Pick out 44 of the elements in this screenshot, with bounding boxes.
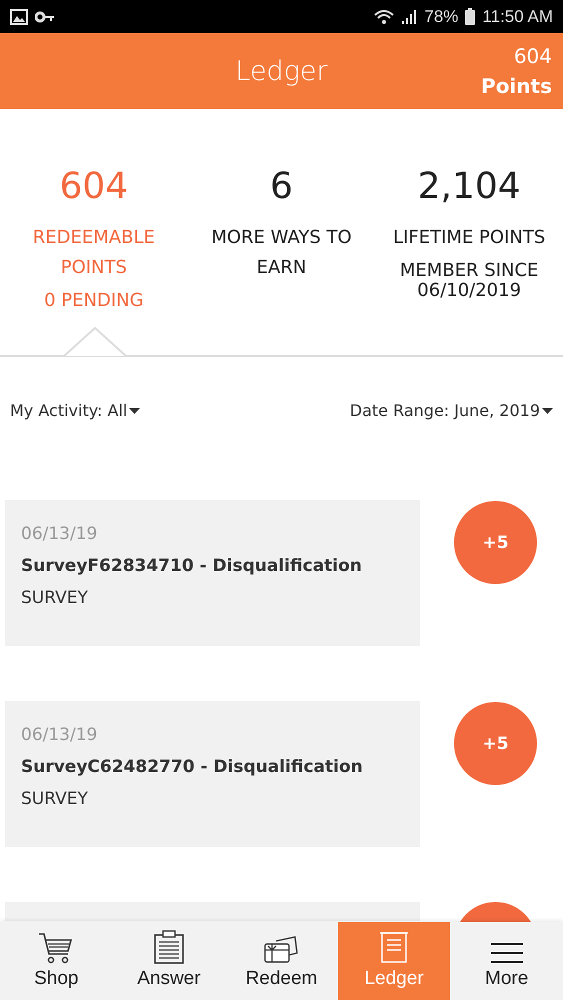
caret-icon	[542, 408, 553, 414]
nav-tab[interactable]: More	[450, 922, 563, 1000]
clipboard-icon	[154, 930, 184, 964]
cart-icon	[38, 932, 74, 964]
entry-title: SurveyF62834710 - Disqualification	[21, 556, 363, 576]
entry-date: 06/13/19	[21, 725, 98, 745]
menu-icon	[490, 942, 524, 964]
activity-card[interactable]: 06/13/19 SurveyF62834710 - Disqualification SURVEY	[5, 500, 420, 646]
stat-value: 2,104	[418, 165, 521, 209]
nav-tab[interactable]: Shop	[0, 922, 113, 1000]
activity-card[interactable]: 06/13/19 SurveyC62482770 - Disqualification SURVEY	[5, 701, 420, 847]
stat-value: 604	[59, 165, 128, 209]
gift-card-icon	[264, 936, 298, 964]
points-badge: +5	[454, 702, 537, 785]
clock: 11:50 AM	[482, 6, 553, 26]
activity-filter[interactable]: My Activity: All	[10, 401, 140, 420]
battery-percentage: 78%	[424, 6, 458, 26]
nav-tab[interactable]: Redeem	[225, 922, 338, 1000]
battery-icon	[465, 8, 476, 25]
stat-label: MORE WAYS TO EARN	[210, 226, 353, 280]
stat-note: MEMBER SINCE 06/10/2019	[398, 261, 540, 301]
stat-tab[interactable]: 2,104 LIFETIME POINTS MEMBER SINCE 06/10/2019	[375, 109, 563, 355]
entry-title: SurveyC62482770 - Disqualification	[21, 757, 364, 777]
entry-type: SURVEY	[21, 789, 89, 809]
signal-icon	[401, 8, 418, 24]
stat-label: LIFETIME POINTS	[392, 226, 546, 250]
stat-tab[interactable]: 6 MORE WAYS TO EARN	[188, 109, 376, 355]
key-icon	[35, 10, 55, 22]
activity-card[interactable]	[5, 902, 420, 921]
stat-value: 6	[270, 165, 293, 209]
points-badge: +5	[454, 501, 537, 584]
entry-date: 06/13/19	[21, 524, 98, 544]
caret-icon	[129, 408, 140, 414]
screen-title: Ledger	[235, 56, 328, 86]
stat-label: REDEEMABLE POINTS	[32, 226, 156, 280]
ledger-icon	[379, 930, 410, 964]
points-value: 604	[514, 43, 552, 70]
image-icon	[10, 8, 28, 24]
wifi-icon	[374, 8, 394, 24]
nav-tab[interactable]: Answer	[112, 922, 226, 1000]
points-label: Points	[481, 73, 552, 100]
entry-type: SURVEY	[21, 588, 89, 608]
date-range-filter[interactable]: Date Range: June, 2019	[350, 401, 553, 420]
stat-note: 0 PENDING	[43, 291, 145, 311]
